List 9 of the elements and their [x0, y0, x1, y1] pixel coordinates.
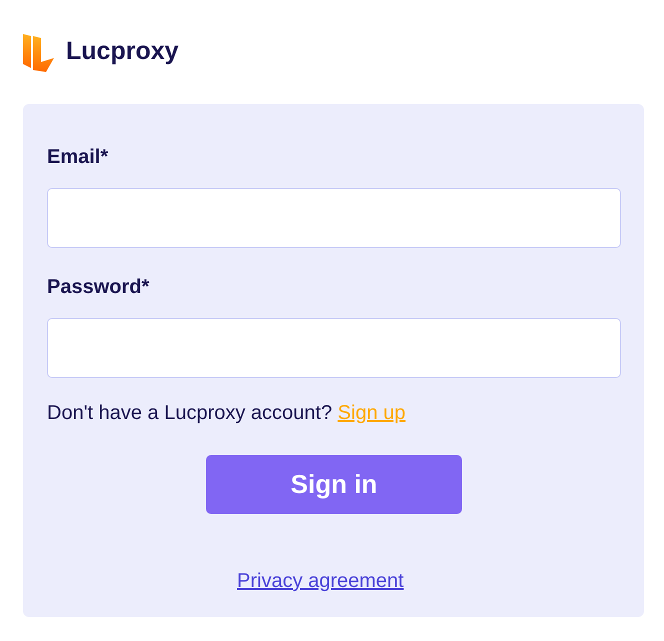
- signup-prompt: Don't have a Lucproxy account?: [47, 402, 332, 424]
- input-field[interactable]: [47, 188, 621, 248]
- privacy-link[interactable]: Privacy agreement: [237, 566, 404, 596]
- brand-name: Lucproxy: [66, 36, 179, 68]
- field-label: Password*: [47, 275, 150, 300]
- sign-in-button[interactable]: Sign in: [206, 455, 462, 514]
- field-label: Email*: [47, 145, 110, 170]
- logo-icon: [22, 32, 56, 72]
- input-field[interactable]: [47, 318, 621, 378]
